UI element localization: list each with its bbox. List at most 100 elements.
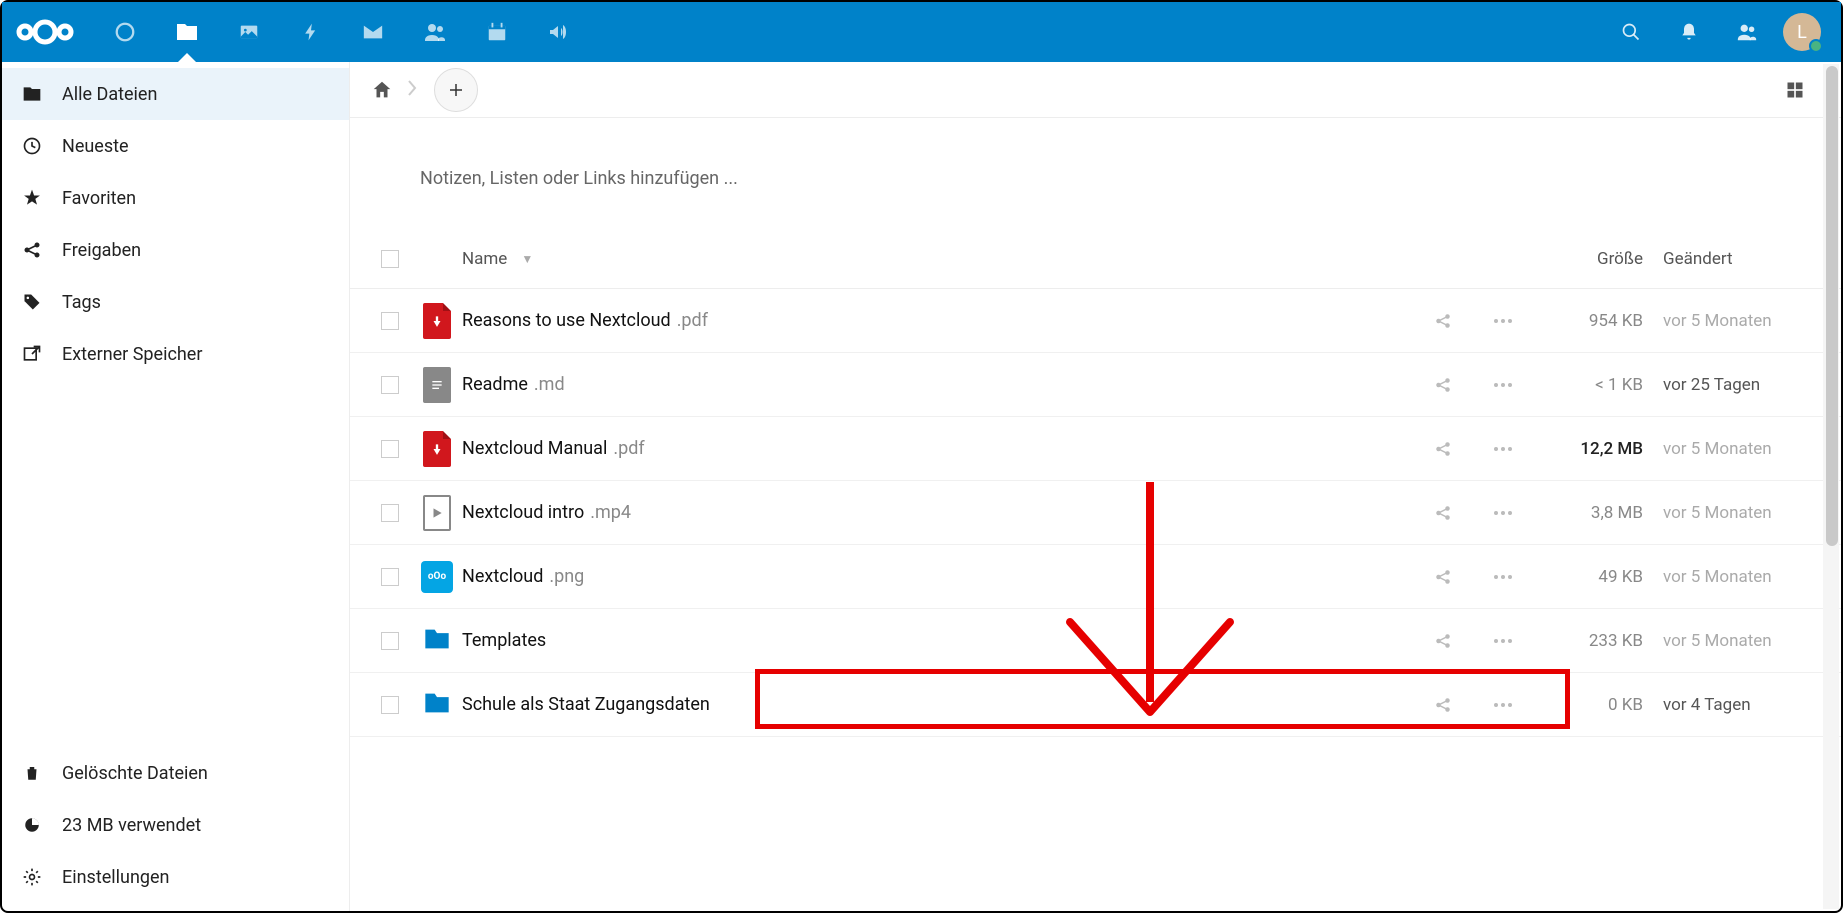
- more-icon[interactable]: [1473, 638, 1533, 644]
- notes-placeholder[interactable]: Notizen, Listen oder Links hinzufügen ..…: [350, 118, 1841, 229]
- nav-dashboard[interactable]: [94, 2, 156, 62]
- file-row[interactable]: oOoNextcloud.png 49 KBvor 5 Monaten: [350, 545, 1841, 609]
- sidebar-item-clock[interactable]: Neueste: [2, 120, 349, 172]
- quota-icon: [22, 815, 42, 835]
- file-name[interactable]: Nextcloud Manual.pdf: [462, 438, 1413, 459]
- status-online-icon: [1809, 39, 1823, 53]
- file-date: vor 5 Monaten: [1653, 567, 1823, 587]
- trash-icon: [22, 763, 42, 783]
- file-row[interactable]: Reasons to use Nextcloud.pdf 954 KBvor 5 …: [350, 289, 1841, 353]
- share-icon[interactable]: [1413, 504, 1473, 522]
- file-type-icon: [412, 367, 462, 403]
- row-checkbox[interactable]: [381, 440, 399, 458]
- select-all-checkbox[interactable]: [381, 250, 399, 268]
- file-type-icon: [412, 625, 462, 657]
- sidebar-item-share[interactable]: Freigaben: [2, 224, 349, 276]
- file-name[interactable]: Templates: [462, 630, 1413, 651]
- file-row[interactable]: Nextcloud intro.mp4 3,8 MBvor 5 Monaten: [350, 481, 1841, 545]
- more-icon[interactable]: [1473, 382, 1533, 388]
- share-icon[interactable]: [1413, 440, 1473, 458]
- sidebar-quota[interactable]: 23 MB verwendet: [2, 799, 349, 851]
- sidebar-deleted-label: Gelöschte Dateien: [62, 763, 208, 784]
- sidebar-deleted-files[interactable]: Gelöschte Dateien: [2, 747, 349, 799]
- row-checkbox[interactable]: [381, 568, 399, 586]
- nav-photos[interactable]: [218, 2, 280, 62]
- share-icon[interactable]: [1413, 376, 1473, 394]
- home-icon[interactable]: [368, 76, 396, 104]
- more-icon[interactable]: [1473, 702, 1533, 708]
- file-name[interactable]: Readme.md: [462, 374, 1413, 395]
- file-size: < 1 KB: [1533, 375, 1653, 395]
- file-name[interactable]: Reasons to use Nextcloud.pdf: [462, 310, 1413, 331]
- nav-files[interactable]: [156, 2, 218, 62]
- notifications-icon[interactable]: [1667, 10, 1711, 54]
- avatar-letter: L: [1797, 22, 1807, 43]
- sidebar-item-folder[interactable]: Alle Dateien: [2, 68, 349, 120]
- share-icon[interactable]: [1413, 632, 1473, 650]
- main-content: Notizen, Listen oder Links hinzufügen ..…: [350, 62, 1841, 911]
- sidebar-item-external[interactable]: Externer Speicher: [2, 328, 349, 380]
- topbar-right: L: [1609, 10, 1829, 54]
- sidebar-item-label: Neueste: [62, 136, 129, 157]
- file-date: vor 25 Tagen: [1653, 375, 1823, 395]
- file-row[interactable]: Nextcloud Manual.pdf 12,2 MBvor 5 Monaten: [350, 417, 1841, 481]
- file-size: 233 KB: [1533, 631, 1653, 651]
- file-name[interactable]: Nextcloud.png: [462, 566, 1413, 587]
- header-size[interactable]: Größe: [1533, 249, 1653, 269]
- file-date: vor 4 Tagen: [1653, 695, 1823, 715]
- more-icon[interactable]: [1473, 446, 1533, 452]
- sidebar-settings[interactable]: Einstellungen: [2, 851, 349, 903]
- sidebar-item-label: Freigaben: [62, 240, 141, 261]
- file-type-icon: [412, 431, 462, 467]
- row-checkbox[interactable]: [381, 696, 399, 714]
- nextcloud-logo[interactable]: [14, 15, 76, 49]
- nav-calendar[interactable]: [466, 2, 528, 62]
- sidebar-quota-label: 23 MB verwendet: [62, 815, 201, 836]
- file-size: 12,2 MB: [1533, 439, 1653, 459]
- header-modified[interactable]: Geändert: [1653, 249, 1823, 269]
- row-checkbox[interactable]: [381, 312, 399, 330]
- contacts-menu-icon[interactable]: [1725, 10, 1769, 54]
- file-type-icon: oOo: [412, 561, 462, 593]
- file-name[interactable]: Nextcloud intro.mp4: [462, 502, 1413, 523]
- nav-mail[interactable]: [342, 2, 404, 62]
- more-icon[interactable]: [1473, 318, 1533, 324]
- sidebar-item-label: Tags: [62, 292, 101, 313]
- share-icon[interactable]: [1413, 568, 1473, 586]
- file-date: vor 5 Monaten: [1653, 311, 1823, 331]
- scrollbar-thumb[interactable]: [1826, 66, 1838, 546]
- row-checkbox[interactable]: [381, 632, 399, 650]
- search-icon[interactable]: [1609, 10, 1653, 54]
- nav-activity[interactable]: [280, 2, 342, 62]
- sidebar-item-star[interactable]: Favoriten: [2, 172, 349, 224]
- external-icon: [22, 344, 42, 364]
- file-row[interactable]: Templates233 KBvor 5 Monaten: [350, 609, 1841, 673]
- user-avatar[interactable]: L: [1783, 13, 1821, 51]
- sort-indicator-icon: ▼: [521, 252, 533, 266]
- file-date: vor 5 Monaten: [1653, 439, 1823, 459]
- folder-icon: [22, 84, 42, 104]
- grid-view-toggle[interactable]: [1781, 76, 1809, 104]
- file-name[interactable]: Schule als Staat Zugangsdaten: [462, 694, 1413, 715]
- share-icon[interactable]: [1413, 696, 1473, 714]
- row-checkbox[interactable]: [381, 504, 399, 522]
- file-size: 49 KB: [1533, 567, 1653, 587]
- file-row[interactable]: Readme.md < 1 KBvor 25 Tagen: [350, 353, 1841, 417]
- share-icon[interactable]: [1413, 312, 1473, 330]
- add-button[interactable]: [434, 68, 478, 112]
- file-row[interactable]: Schule als Staat Zugangsdaten0 KBvor 4 T…: [350, 673, 1841, 737]
- row-checkbox[interactable]: [381, 376, 399, 394]
- sidebar: Alle Dateien Neueste Favoriten Freigaben Tag…: [2, 62, 350, 911]
- file-size: 3,8 MB: [1533, 503, 1653, 523]
- file-type-icon: [412, 495, 462, 531]
- header-name[interactable]: Name▼: [462, 249, 1413, 269]
- file-table: Name▼ Größe Geändert Reasons to use Next…: [350, 229, 1841, 737]
- file-size: 954 KB: [1533, 311, 1653, 331]
- nav-contacts[interactable]: [404, 2, 466, 62]
- breadcrumb-separator-icon: [406, 78, 418, 102]
- more-icon[interactable]: [1473, 510, 1533, 516]
- nav-announce[interactable]: [528, 2, 590, 62]
- more-icon[interactable]: [1473, 574, 1533, 580]
- file-date: vor 5 Monaten: [1653, 503, 1823, 523]
- sidebar-item-tag[interactable]: Tags: [2, 276, 349, 328]
